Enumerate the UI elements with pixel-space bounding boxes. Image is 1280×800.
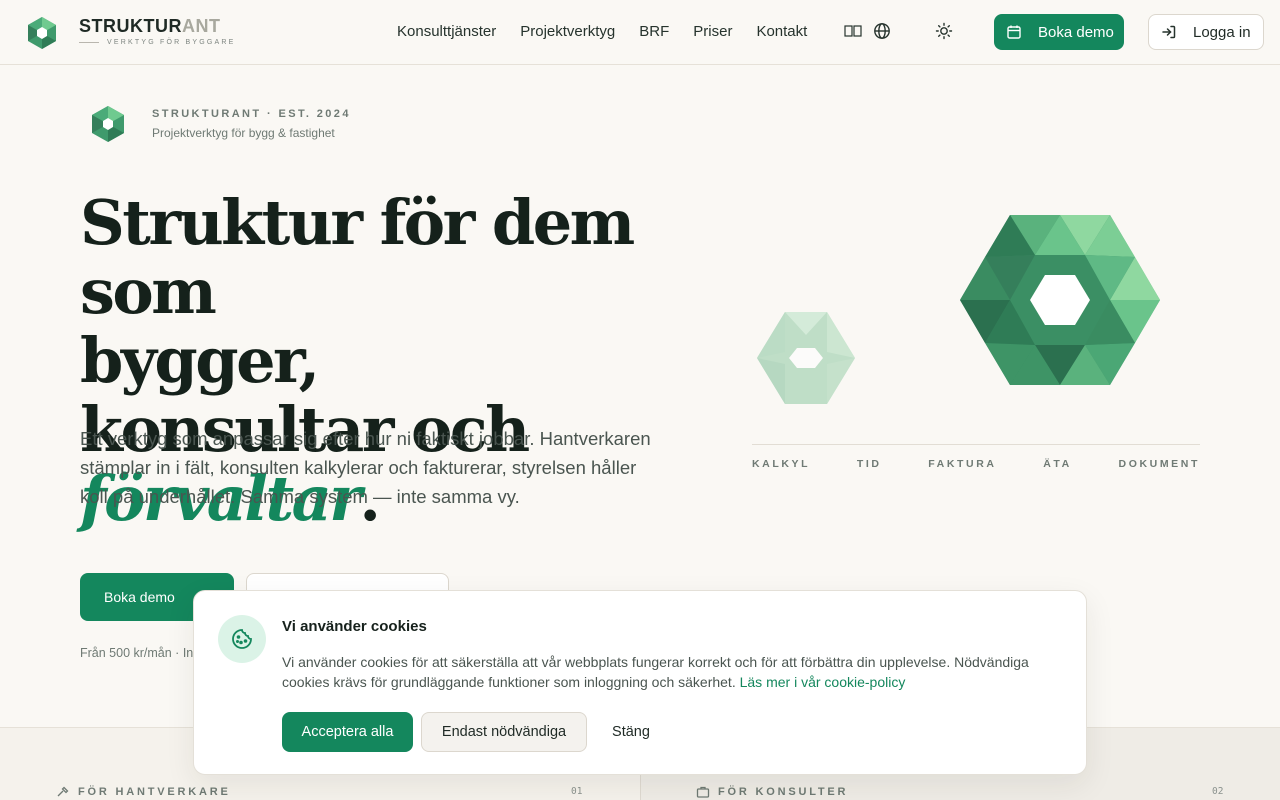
main-nav: Konsulttjänster Projektverktyg BRF Prise… bbox=[397, 23, 807, 40]
cookie-body: Vi använder cookies för att säkerställa … bbox=[282, 654, 1029, 690]
login-icon bbox=[1162, 25, 1176, 39]
top-navigation-bar: STRUKTURANT VERKTYG FÖR BYGGARE Konsultt… bbox=[0, 0, 1280, 65]
nav-item-priser[interactable]: Priser bbox=[693, 23, 732, 40]
calendar-icon bbox=[1007, 25, 1021, 39]
feature-tid: TID bbox=[856, 458, 882, 470]
cookie-text: Vi använder cookies för att säkerställa … bbox=[282, 652, 1072, 692]
brand-name-primary: STRUKTUR bbox=[79, 16, 182, 36]
cookie-banner: Vi använder cookies Vi använder cookies … bbox=[193, 590, 1087, 775]
brand-name: STRUKTURANT bbox=[79, 16, 221, 37]
hammer-icon bbox=[57, 786, 69, 797]
feature-ata: ÄTA bbox=[1043, 458, 1072, 470]
feature-faktura: FAKTURA bbox=[928, 458, 997, 470]
feature-dokument: DOKUMENT bbox=[1118, 458, 1200, 470]
briefcase-icon bbox=[696, 786, 710, 798]
nav-item-konsulttjanster[interactable]: Konsulttjänster bbox=[397, 23, 496, 40]
sun-icon[interactable] bbox=[935, 22, 953, 40]
cookie-icon bbox=[232, 629, 252, 649]
audience-number-02: 02 bbox=[1212, 786, 1224, 797]
brand-name-secondary: ANT bbox=[182, 16, 221, 36]
feature-list: KALKYL TID FAKTURA ÄTA DOKUMENT bbox=[752, 458, 1200, 470]
feature-divider bbox=[752, 444, 1200, 445]
nav-item-kontakt[interactable]: Kontakt bbox=[756, 23, 807, 40]
login-button[interactable]: Logga in bbox=[1148, 14, 1264, 50]
hero-book-demo-label: Boka demo bbox=[104, 589, 175, 605]
book-demo-label: Boka demo bbox=[1038, 23, 1114, 41]
brand-tagline: VERKTYG FÖR BYGGARE bbox=[79, 39, 239, 46]
audience-label-hantverkare[interactable]: FÖR HANTVERKARE bbox=[56, 785, 231, 799]
necessary-only-button[interactable]: Endast nödvändiga bbox=[421, 712, 587, 752]
headline-line-1: Struktur för dem som bbox=[80, 186, 635, 328]
audience-number-01: 01 bbox=[571, 786, 583, 797]
hero-eyebrow: STRUKTURANT · EST. 2024 bbox=[152, 108, 351, 120]
nav-item-brf[interactable]: BRF bbox=[639, 23, 669, 40]
strukturant-logo-icon[interactable] bbox=[24, 15, 60, 51]
login-label: Logga in bbox=[1193, 23, 1251, 41]
close-cookie-button[interactable]: Stäng bbox=[595, 712, 667, 752]
hexagon-illustration bbox=[960, 215, 1160, 385]
hero-lead: Ett verktyg som anpassar sig efter hur n… bbox=[80, 428, 651, 507]
cookie-title: Vi använder cookies bbox=[282, 618, 427, 635]
hero-fine-print: Från 500 kr/mån · In bbox=[80, 646, 194, 660]
audience-label-konsulter-text: FÖR KONSULTER bbox=[718, 786, 849, 798]
feature-kalkyl: KALKYL bbox=[752, 458, 811, 470]
nav-item-projektverktyg[interactable]: Projektverktyg bbox=[520, 23, 615, 40]
cookie-policy-link[interactable]: Läs mer i vår cookie-policy bbox=[740, 674, 906, 690]
brand[interactable]: STRUKTURANT VERKTYG FÖR BYGGARE bbox=[79, 16, 233, 46]
cookie-icon-wrapper bbox=[218, 615, 266, 663]
audience-label-konsulter[interactable]: FÖR KONSULTER bbox=[696, 785, 848, 799]
globe-icon[interactable] bbox=[873, 22, 891, 40]
book-demo-button[interactable]: Boka demo bbox=[994, 14, 1124, 50]
small-hexagon-illustration bbox=[757, 312, 855, 404]
hero-logo-icon bbox=[92, 106, 124, 142]
audience-label-hantverkare-text: FÖR HANTVERKARE bbox=[78, 786, 231, 798]
hero-eyebrow-sub: Projektverktyg för bygg & fastighet bbox=[152, 126, 335, 140]
accept-all-button[interactable]: Acceptera alla bbox=[282, 712, 413, 752]
sweden-flag-icon[interactable] bbox=[844, 22, 862, 40]
